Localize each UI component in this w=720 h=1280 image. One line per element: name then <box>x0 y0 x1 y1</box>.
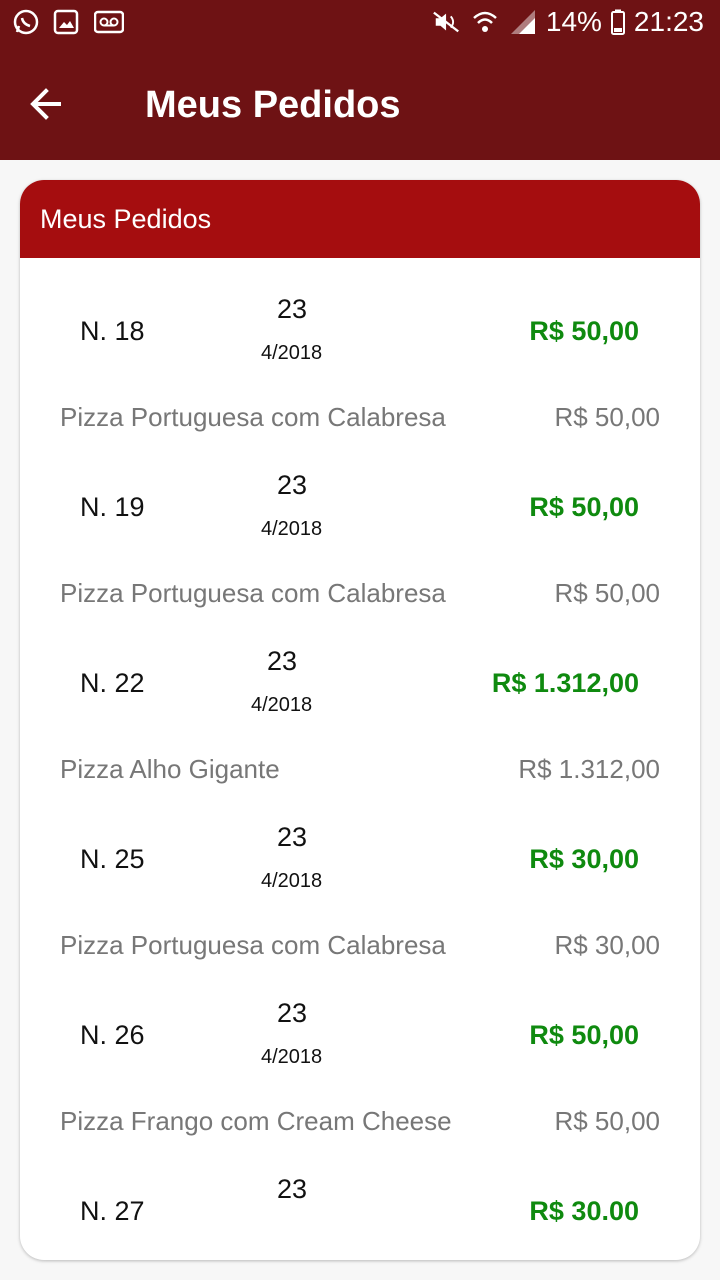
battery-percentage: 14% <box>545 6 602 37</box>
back-button[interactable] <box>24 82 68 126</box>
order-item-name: Pizza Frango com Cream Cheese <box>60 1106 452 1136</box>
order-day: 23 <box>267 646 298 676</box>
order-number: N. 27 <box>80 1196 145 1226</box>
status-bar: 14% 21:23 <box>0 0 720 52</box>
order-month-year: 4/2018 <box>251 694 313 716</box>
order-number: N. 19 <box>80 492 145 522</box>
arrow-left-icon <box>30 88 61 120</box>
order-month-year: 4/2018 <box>261 1046 323 1068</box>
order-total: R$ 30.00 <box>529 1196 639 1226</box>
order-row[interactable]: N. 19 23 4/2018 R$ 50,00 Pizza Portugues… <box>20 454 700 630</box>
order-number: N. 26 <box>80 1020 145 1050</box>
order-month-year: 4/2018 <box>261 342 323 364</box>
order-day: 23 <box>277 294 308 324</box>
order-item-price: R$ 30,00 <box>554 930 660 960</box>
order-item-name: Pizza Portuguesa com Calabresa <box>60 402 446 432</box>
order-row[interactable]: N. 26 23 4/2018 R$ 50,00 Pizza Frango co… <box>20 982 700 1158</box>
whatsapp-icon <box>12 8 40 36</box>
order-item-price: R$ 50,00 <box>554 1106 660 1136</box>
order-item-price: R$ 50,00 <box>554 402 660 432</box>
order-day: 23 <box>277 822 308 852</box>
signal-icon <box>508 8 538 36</box>
order-item-name: Pizza Alho Gigante <box>60 754 280 784</box>
voicemail-icon <box>92 8 126 36</box>
order-day: 23 <box>277 998 308 1028</box>
clock: 21:23 <box>633 6 704 37</box>
order-number: N. 22 <box>80 668 145 698</box>
battery-icon <box>610 8 626 36</box>
order-item-price: R$ 50,00 <box>554 578 660 608</box>
order-row[interactable]: N. 25 23 4/2018 R$ 30,00 Pizza Portugues… <box>20 806 700 982</box>
order-day: 23 <box>277 470 308 500</box>
order-day: 23 <box>277 1174 308 1204</box>
wifi-icon <box>470 8 500 36</box>
order-total: R$ 1.312,00 <box>491 668 639 698</box>
order-month-year: 4/2018 <box>261 870 323 892</box>
page-title: Meus Pedidos <box>145 84 401 126</box>
order-item-name: Pizza Portuguesa com Calabresa <box>60 930 446 960</box>
gallery-icon <box>52 8 80 36</box>
order-month-year: 4/2018 <box>261 518 323 540</box>
order-number: N. 25 <box>80 844 145 874</box>
order-row[interactable]: N. 18 23 4/2018 R$ 50,00 Pizza Portugues… <box>20 278 700 454</box>
order-total: R$ 30,00 <box>529 844 639 874</box>
order-total: R$ 50,00 <box>529 316 639 346</box>
order-total: R$ 50,00 <box>529 492 639 522</box>
mute-icon <box>432 8 462 36</box>
order-item-price: R$ 1.312,00 <box>518 754 660 784</box>
app-bar: Meus Pedidos <box>0 52 720 160</box>
order-number: N. 18 <box>80 316 145 346</box>
orders-card: Meus Pedidos N. 18 23 4/2018 R$ 50,00 Pi… <box>20 180 700 1260</box>
order-item-name: Pizza Portuguesa com Calabresa <box>60 578 446 608</box>
order-row[interactable]: N. 27 23 R$ 30.00 <box>20 1158 700 1260</box>
app-top-bar: 14% 21:23 Meus Pedidos <box>0 0 720 160</box>
order-total: R$ 50,00 <box>529 1020 639 1050</box>
card-header: Meus Pedidos <box>20 180 700 258</box>
order-row[interactable]: N. 22 23 4/2018 R$ 1.312,00 Pizza Alho G… <box>20 630 700 806</box>
